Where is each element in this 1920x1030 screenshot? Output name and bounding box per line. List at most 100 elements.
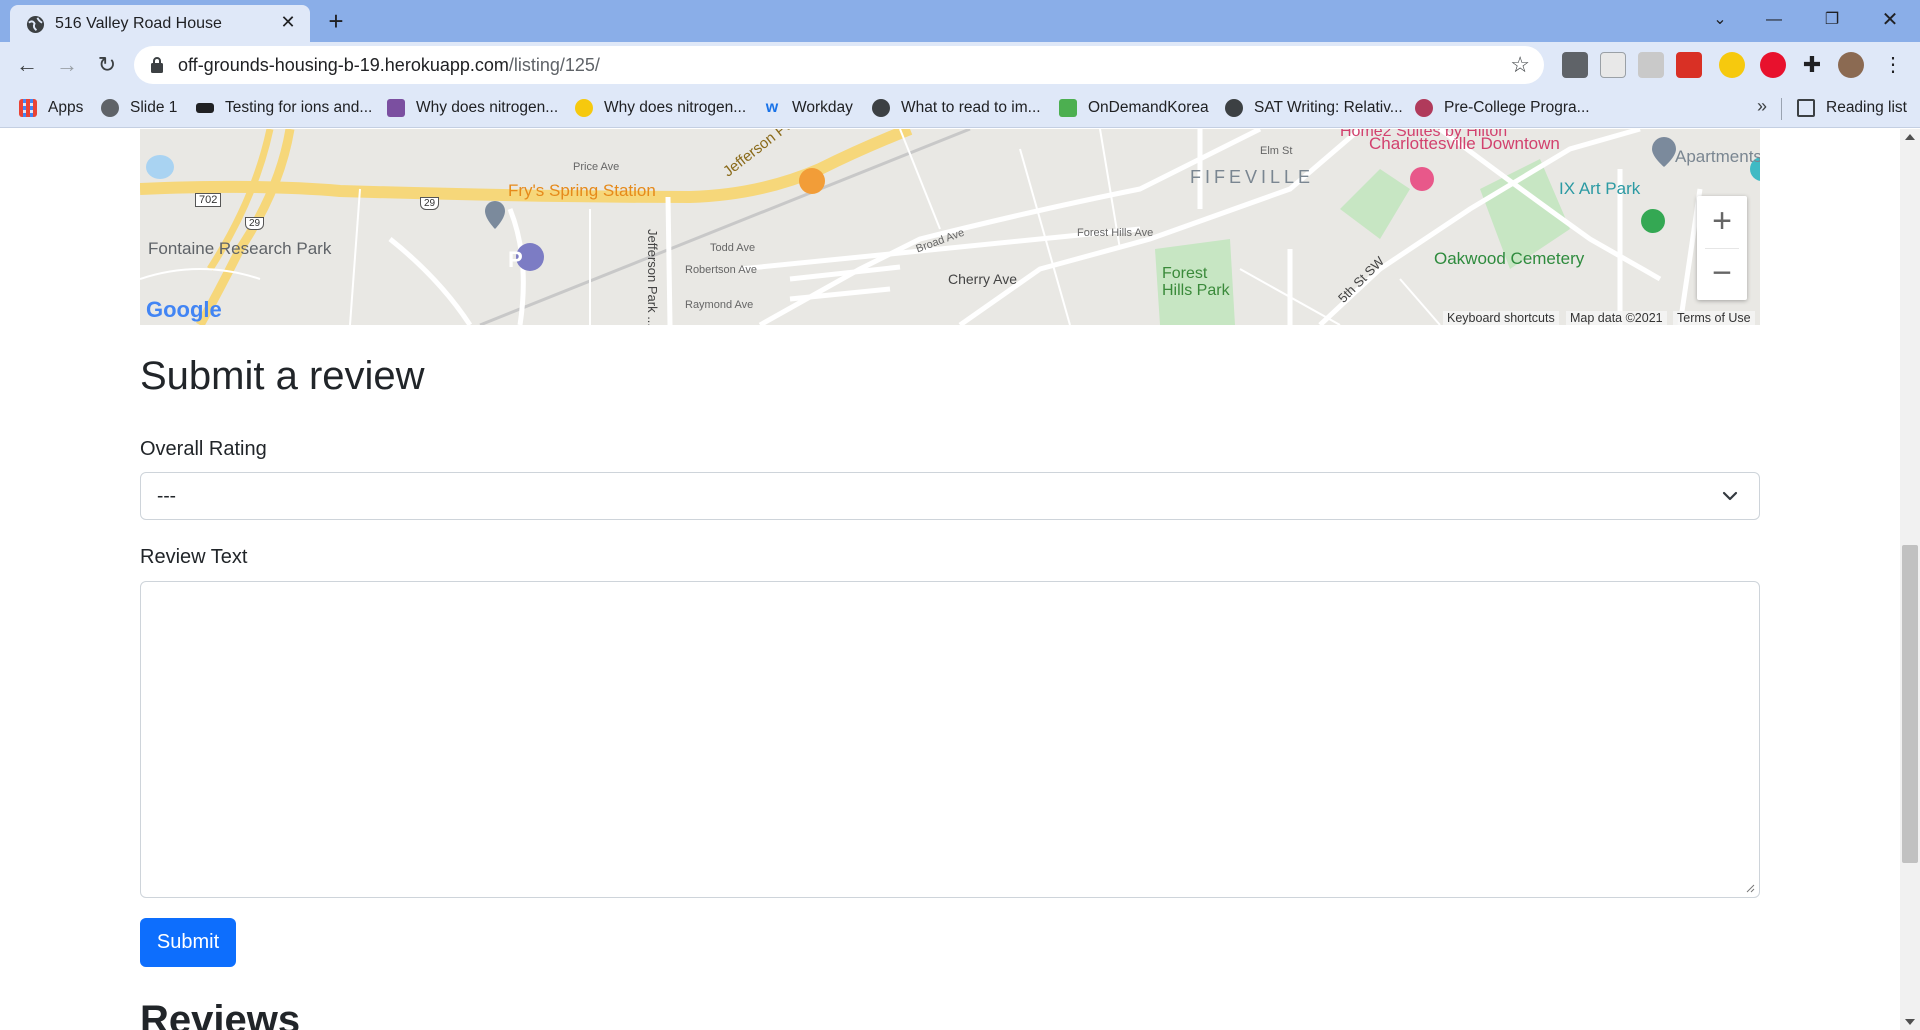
map-label-apartments: Apartments (1675, 147, 1760, 166)
page-viewport: Fontaine Research Park P Fry's Spring St… (0, 129, 1900, 1030)
submit-button[interactable]: Submit (140, 918, 236, 967)
bookmark-sat-writing[interactable]: SAT Writing: Relativ... (1225, 97, 1403, 119)
bookmark-nitrogen-1[interactable]: Why does nitrogen... (387, 97, 558, 119)
map-label-cherry-ave: Cherry Ave (948, 271, 1017, 287)
bookmark-what-to-read[interactable]: What to read to im... (872, 97, 1041, 119)
review-text-input[interactable] (140, 581, 1760, 898)
bookmark-ondemandkorea[interactable]: OnDemandKorea (1059, 97, 1209, 119)
map-label-frys: Fry's Spring Station (508, 181, 656, 200)
forward-button[interactable]: → (52, 50, 82, 80)
bookmark-workday[interactable]: w Workday (763, 97, 853, 119)
play-icon (1059, 99, 1077, 117)
extension-grey-icon[interactable] (1638, 52, 1664, 78)
browser-toolbar: ← → ↻ off-grounds-housing-b-19.herokuapp… (0, 42, 1920, 88)
address-bar[interactable]: off-grounds-housing-b-19.herokuapp.com/l… (134, 46, 1544, 84)
back-button[interactable]: ← (12, 50, 42, 80)
extension-opera-icon[interactable] (1760, 52, 1786, 78)
map-label-charlottesville: Charlottesville Downtown (1369, 134, 1560, 153)
extensions-puzzle-icon[interactable]: ✚ (1799, 52, 1825, 78)
terms-of-use-link[interactable]: Terms of Use (1673, 311, 1755, 325)
more-bookmarks-button[interactable]: » (1757, 96, 1767, 117)
bookmark-label: Slide 1 (130, 99, 178, 116)
close-window-button[interactable]: ✕ (1868, 4, 1912, 36)
reviews-heading: Reviews (140, 998, 301, 1030)
map-label-price-ave: Price Ave (573, 161, 620, 173)
restore-button[interactable]: ❐ (1810, 4, 1854, 36)
new-tab-button[interactable]: + (322, 8, 350, 36)
bookmark-testing-ions[interactable]: Testing for ions and... (196, 97, 372, 119)
map-label-robertson-ave: Robertson Ave (685, 264, 757, 276)
scroll-up-arrow-icon[interactable] (1905, 134, 1915, 140)
bookmark-label: What to read to im... (901, 99, 1041, 116)
map-label-jefferson-park-vert: Jefferson Park ... (645, 229, 660, 325)
molecule-icon (387, 99, 405, 117)
tab-title: 516 Valley Road House (55, 15, 222, 32)
overall-rating-value: --- (157, 486, 176, 507)
minimize-button[interactable]: — (1752, 4, 1796, 36)
url-host: off-grounds-housing-b-19.herokuapp.com (178, 55, 509, 75)
bookmarks-bar: Apps Slide 1 Testing for ions and... Why… (0, 88, 1920, 128)
url-path: /listing/125/ (508, 55, 600, 75)
tab-close-icon[interactable]: ✕ (276, 10, 300, 34)
reading-list-icon (1797, 99, 1815, 117)
scroll-down-arrow-icon[interactable] (1905, 1019, 1915, 1025)
extension-doc-icon[interactable] (1600, 52, 1626, 78)
overall-rating-label: Overall Rating (140, 438, 267, 460)
review-text-label: Review Text (140, 546, 248, 568)
map-label-ix-art-park: IX Art Park (1559, 179, 1641, 198)
bookmarks-divider (1781, 98, 1782, 120)
extension-hand-icon[interactable] (1719, 52, 1745, 78)
college-icon (1415, 99, 1433, 117)
globe-icon (1225, 99, 1243, 117)
bookmark-label: Pre-College Progra... (1444, 99, 1590, 116)
slide-icon (101, 99, 119, 117)
browser-window: 516 Valley Road House ✕ + ⌄ — ❐ ✕ ← → ↻ … (0, 0, 1920, 1030)
overall-rating-select[interactable]: --- (140, 472, 1760, 520)
page-scrollbar[interactable] (1900, 129, 1920, 1030)
reload-button[interactable]: ↻ (92, 50, 122, 80)
globe-icon (872, 99, 890, 117)
map-label-fifeville: FIFEVILLE (1190, 167, 1315, 187)
apps-grid-icon (19, 99, 37, 117)
browser-tab[interactable]: 516 Valley Road House ✕ (10, 5, 310, 42)
bookmark-star-icon[interactable]: ☆ (1510, 52, 1530, 78)
globe-icon (26, 15, 45, 34)
map-label-raymond-ave: Raymond Ave (685, 299, 754, 311)
menu-kebab-icon[interactable]: ⋮ (1880, 52, 1906, 78)
extension-new-icon[interactable] (1676, 52, 1702, 78)
map-label-fontaine: Fontaine Research Park (148, 239, 332, 258)
map-label-forest-hills-ave: Forest Hills Ave (1077, 227, 1154, 239)
bookmark-label: Apps (48, 99, 84, 116)
zoom-in-button[interactable]: + (1697, 196, 1747, 246)
bookmark-slide-1[interactable]: Slide 1 (101, 97, 177, 119)
reading-list-label: Reading list (1826, 99, 1907, 116)
resize-grip-icon[interactable] (1745, 883, 1755, 893)
map-label-oakwood: Oakwood Cemetery (1434, 249, 1585, 268)
keyboard-shortcuts-link[interactable]: Keyboard shortcuts (1443, 311, 1559, 325)
reading-list-button[interactable]: Reading list (1797, 97, 1907, 119)
bookmark-label: OnDemandKorea (1088, 99, 1209, 116)
map-bus-29: 29 (420, 197, 440, 210)
bookmark-label: Why does nitrogen... (604, 99, 747, 116)
tab-strip: 516 Valley Road House ✕ + ⌄ — ❐ ✕ (0, 0, 1920, 42)
bookmark-label: Testing for ions and... (225, 99, 373, 116)
location-map[interactable]: Fontaine Research Park P Fry's Spring St… (140, 129, 1760, 325)
map-zoom-controls: + − (1697, 196, 1747, 300)
google-logo: Google (146, 297, 222, 322)
map-label-todd-ave: Todd Ave (710, 242, 756, 254)
map-route-702: 702 (195, 193, 222, 207)
bookmark-label: Workday (792, 99, 853, 116)
workday-icon: w (765, 99, 779, 116)
map-route-29: 29 (245, 217, 265, 230)
bookmark-apps[interactable]: Apps (19, 97, 83, 119)
profile-avatar[interactable] (1838, 52, 1864, 78)
tab-search-chevron-icon[interactable]: ⌄ (1698, 4, 1742, 36)
bookmark-pre-college[interactable]: Pre-College Progra... (1415, 97, 1590, 119)
bookmark-label: Why does nitrogen... (416, 99, 559, 116)
zoom-out-button[interactable]: − (1697, 248, 1747, 298)
bookmark-label: SAT Writing: Relativ... (1254, 99, 1403, 116)
extension-puzzle-square-icon[interactable] (1562, 52, 1588, 78)
bookmark-nitrogen-2[interactable]: Why does nitrogen... (575, 97, 746, 119)
lock-icon (151, 57, 163, 73)
scrollbar-thumb[interactable] (1902, 545, 1918, 863)
